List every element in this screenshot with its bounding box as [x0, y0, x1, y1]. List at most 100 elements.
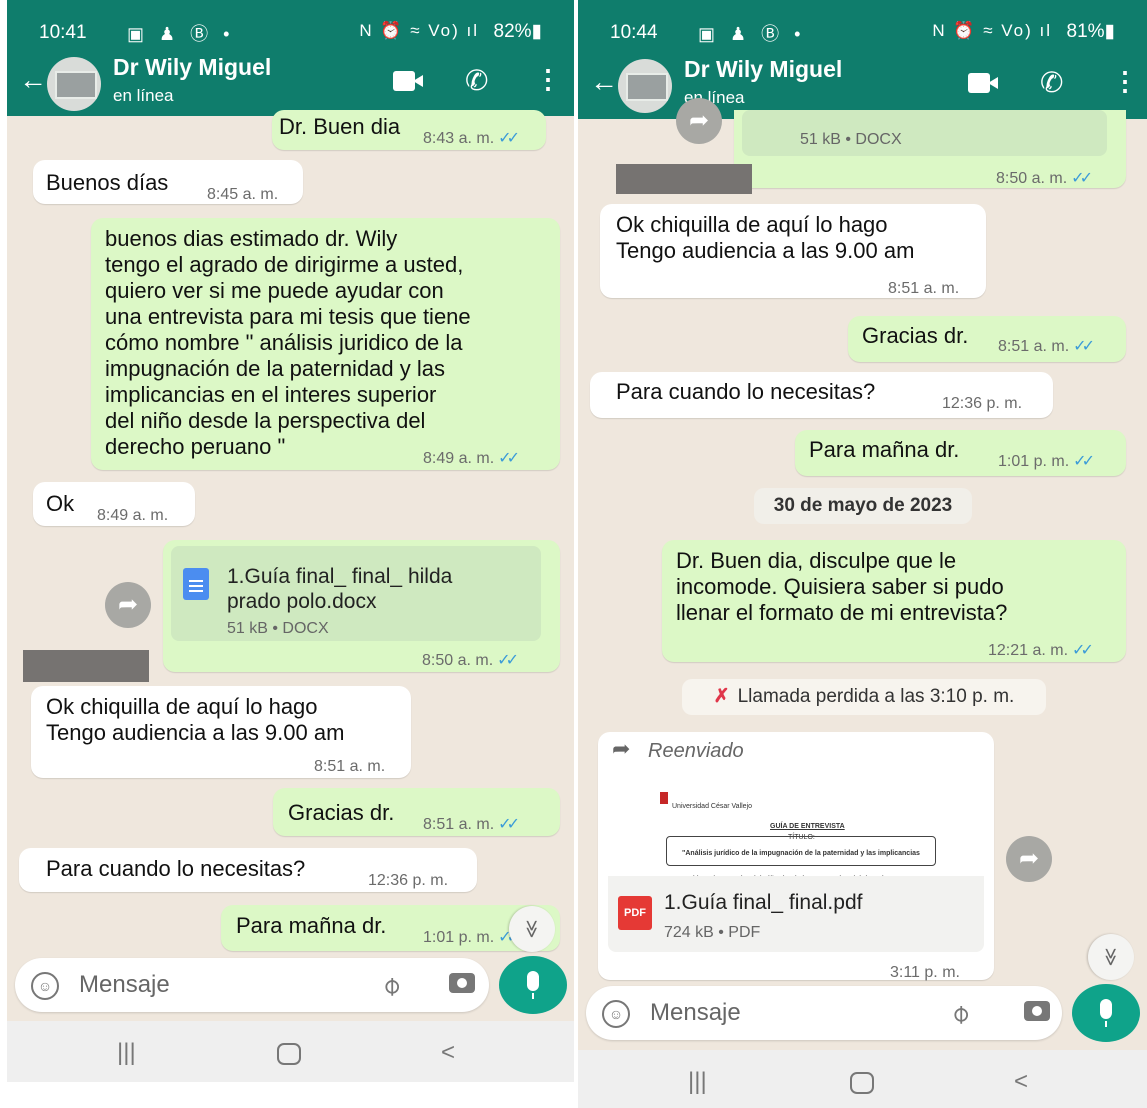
- document-attachment[interactable]: PDF 1.Guía final_ final.pdf 724 kB • PDF: [608, 876, 984, 952]
- status-bar: 10:44 ▣ ♟ Ⓑ • N ⏰ ≈ Vo) ıl 81%▮: [578, 0, 1147, 58]
- document-meta: 724 kB • PDF: [664, 924, 761, 941]
- video-call-icon[interactable]: [393, 71, 423, 91]
- read-ticks-icon: ✓✓: [1073, 453, 1095, 470]
- camera-icon[interactable]: [449, 973, 475, 993]
- message-time: 8:49 a. m.: [97, 507, 169, 524]
- avatar[interactable]: [618, 59, 672, 113]
- phone-call-icon[interactable]: ✆: [465, 64, 488, 97]
- message-text: Para mañna dr.: [809, 437, 960, 462]
- message-text: Para mañna dr.: [236, 913, 387, 938]
- contact-status: en línea: [113, 86, 174, 105]
- message-time: 12:21 a. m. ✓✓: [988, 642, 1094, 659]
- message-input-bar[interactable]: ☺ Mensaje ⌀: [15, 958, 489, 1012]
- message-incoming[interactable]: Para cuando lo necesitas? 12:36 p. m.: [590, 372, 1053, 418]
- share-icon[interactable]: ➦: [676, 98, 722, 144]
- phone-call-icon[interactable]: ✆: [1040, 66, 1063, 99]
- app-bar: ← Dr Wily Miguel en línea ✆ ⋮: [7, 50, 574, 116]
- pdf-preview[interactable]: Universidad César Vallejo GUÍA DE ENTREV…: [608, 774, 984, 885]
- message-time: 8:50 a. m. ✓✓: [996, 170, 1093, 187]
- share-icon[interactable]: ➦: [105, 582, 151, 628]
- document-meta: 51 kB • DOCX: [800, 131, 902, 148]
- message-outgoing[interactable]: Gracias dr. 8:51 a. m. ✓✓: [848, 316, 1126, 362]
- back-arrow-icon[interactable]: ←: [19, 64, 47, 96]
- avatar[interactable]: [47, 57, 101, 111]
- message-text: Ok: [46, 491, 75, 516]
- message-outgoing-document[interactable]: 1.Guía final_ final_ hilda prado polo.do…: [163, 540, 560, 672]
- message-time: 3:11 p. m.: [890, 964, 960, 981]
- home-icon[interactable]: [277, 1043, 301, 1065]
- document-attachment[interactable]: 51 kB • DOCX: [742, 110, 1107, 156]
- message-incoming[interactable]: Buenos días 8:45 a. m.: [33, 160, 303, 204]
- message-text: Ok chiquilla de aquí lo hago Tengo audie…: [46, 694, 345, 745]
- message-outgoing[interactable]: Para mañna dr. 1:01 p. m. ✓✓: [795, 430, 1126, 476]
- attach-icon[interactable]: ⌀: [943, 997, 976, 1030]
- scroll-down-icon[interactable]: ≫: [1088, 934, 1134, 980]
- right-screenshot: 10:44 ▣ ♟ Ⓑ • N ⏰ ≈ Vo) ıl 81%▮ ← Dr Wil…: [578, 0, 1147, 1108]
- message-time: 1:01 p. m. ✓✓: [998, 453, 1095, 470]
- message-text: Ok chiquilla de aquí lo hago Tengo audie…: [616, 212, 915, 263]
- message-text: Para cuando lo necesitas?: [616, 379, 876, 404]
- message-time: 8:45 a. m.: [207, 186, 279, 203]
- scroll-down-icon[interactable]: ≫: [509, 906, 555, 952]
- message-outgoing[interactable]: Gracias dr. 8:51 a. m. ✓✓: [273, 788, 560, 836]
- message-outgoing-document[interactable]: 51 kB • DOCX 8:50 a. m. ✓✓: [734, 110, 1126, 188]
- mic-button[interactable]: [1072, 984, 1140, 1042]
- battery-indicator: 82%▮: [493, 21, 542, 42]
- camera-icon[interactable]: [1024, 1001, 1050, 1021]
- message-time: 8:51 a. m.: [888, 280, 960, 297]
- nav-back-icon[interactable]: <: [1014, 1068, 1028, 1096]
- notification-icons: ▣ ♟ Ⓑ •: [698, 24, 806, 44]
- message-incoming[interactable]: Ok chiquilla de aquí lo hago Tengo audie…: [31, 686, 411, 778]
- read-ticks-icon: ✓✓: [1072, 642, 1094, 659]
- message-incoming-forwarded-document[interactable]: ➦ Reenviado Universidad César Vallejo GU…: [598, 732, 994, 981]
- pdf-icon: PDF: [618, 896, 652, 930]
- contact-name[interactable]: Dr Wily Miguel: [684, 56, 842, 83]
- home-icon[interactable]: [850, 1072, 874, 1094]
- more-options-icon[interactable]: ⋮: [535, 64, 561, 95]
- status-time: 10:41: [39, 22, 87, 43]
- system-icons: N ⏰ ≈ Vo) ıl: [359, 21, 479, 40]
- missed-call-notice[interactable]: ✗ Llamada perdida a las 3:10 p. m.: [682, 679, 1046, 715]
- status-time: 10:44: [610, 22, 658, 43]
- mic-button[interactable]: [499, 956, 567, 1014]
- header: 10:44 ▣ ♟ Ⓑ • N ⏰ ≈ Vo) ıl 81%▮ ← Dr Wil…: [578, 0, 1147, 119]
- nav-back-icon[interactable]: <: [441, 1039, 455, 1067]
- contact-name[interactable]: Dr Wily Miguel: [113, 54, 271, 81]
- message-text: Buenos días: [46, 170, 169, 195]
- emoji-icon[interactable]: ☺: [31, 972, 59, 1000]
- message-time: 8:43 a. m. ✓✓: [423, 130, 520, 147]
- message-time: 8:51 a. m. ✓✓: [998, 338, 1095, 355]
- back-arrow-icon[interactable]: ←: [590, 66, 618, 98]
- notification-icons: ▣ ♟ Ⓑ •: [127, 24, 235, 44]
- recent-apps-icon[interactable]: |||: [117, 1039, 136, 1067]
- header: 10:41 ▣ ♟ Ⓑ • N ⏰ ≈ Vo) ıl 82%▮ ← Dr Wil…: [7, 0, 574, 116]
- recent-apps-icon[interactable]: |||: [688, 1068, 707, 1096]
- video-call-icon[interactable]: [968, 73, 998, 93]
- message-input-bar[interactable]: ☺ Mensaje ⌀: [586, 986, 1062, 1040]
- message-outgoing[interactable]: buenos dias estimado dr. Wily tengo el a…: [91, 218, 560, 470]
- document-attachment[interactable]: 1.Guía final_ final_ hilda prado polo.do…: [171, 546, 541, 641]
- message-incoming[interactable]: Para cuando lo necesitas? 12:36 p. m.: [19, 848, 477, 892]
- message-text: Gracias dr.: [862, 323, 969, 348]
- message-input[interactable]: Mensaje: [79, 971, 170, 999]
- missed-call-icon: ✗: [713, 686, 730, 707]
- more-options-icon[interactable]: ⋮: [1112, 66, 1138, 97]
- read-ticks-icon: ✓✓: [498, 450, 520, 467]
- date-separator: 30 de mayo de 2023: [754, 488, 972, 524]
- redacted-area: [616, 164, 752, 194]
- message-text: Dr. Buen dia, disculpe que le incomode. …: [676, 548, 1008, 625]
- mic-icon: [1100, 999, 1112, 1027]
- message-time: 8:50 a. m. ✓✓: [422, 652, 519, 669]
- emoji-icon[interactable]: ☺: [602, 1000, 630, 1028]
- message-outgoing[interactable]: Dr. Buen dia 8:43 a. m. ✓✓: [272, 110, 546, 150]
- document-name: 1.Guía final_ final_ hilda prado polo.do…: [227, 565, 453, 613]
- document-meta: 51 kB • DOCX: [227, 620, 329, 637]
- forward-icon: ➦: [612, 736, 631, 761]
- share-icon[interactable]: ➦: [1006, 836, 1052, 882]
- preview-org: Universidad César Vallejo: [672, 803, 753, 810]
- message-incoming[interactable]: Ok 8:49 a. m.: [33, 482, 195, 526]
- message-incoming[interactable]: Ok chiquilla de aquí lo hago Tengo audie…: [600, 204, 986, 298]
- message-input[interactable]: Mensaje: [650, 999, 741, 1027]
- attach-icon[interactable]: ⌀: [374, 969, 407, 1002]
- message-outgoing[interactable]: Dr. Buen dia, disculpe que le incomode. …: [662, 540, 1126, 662]
